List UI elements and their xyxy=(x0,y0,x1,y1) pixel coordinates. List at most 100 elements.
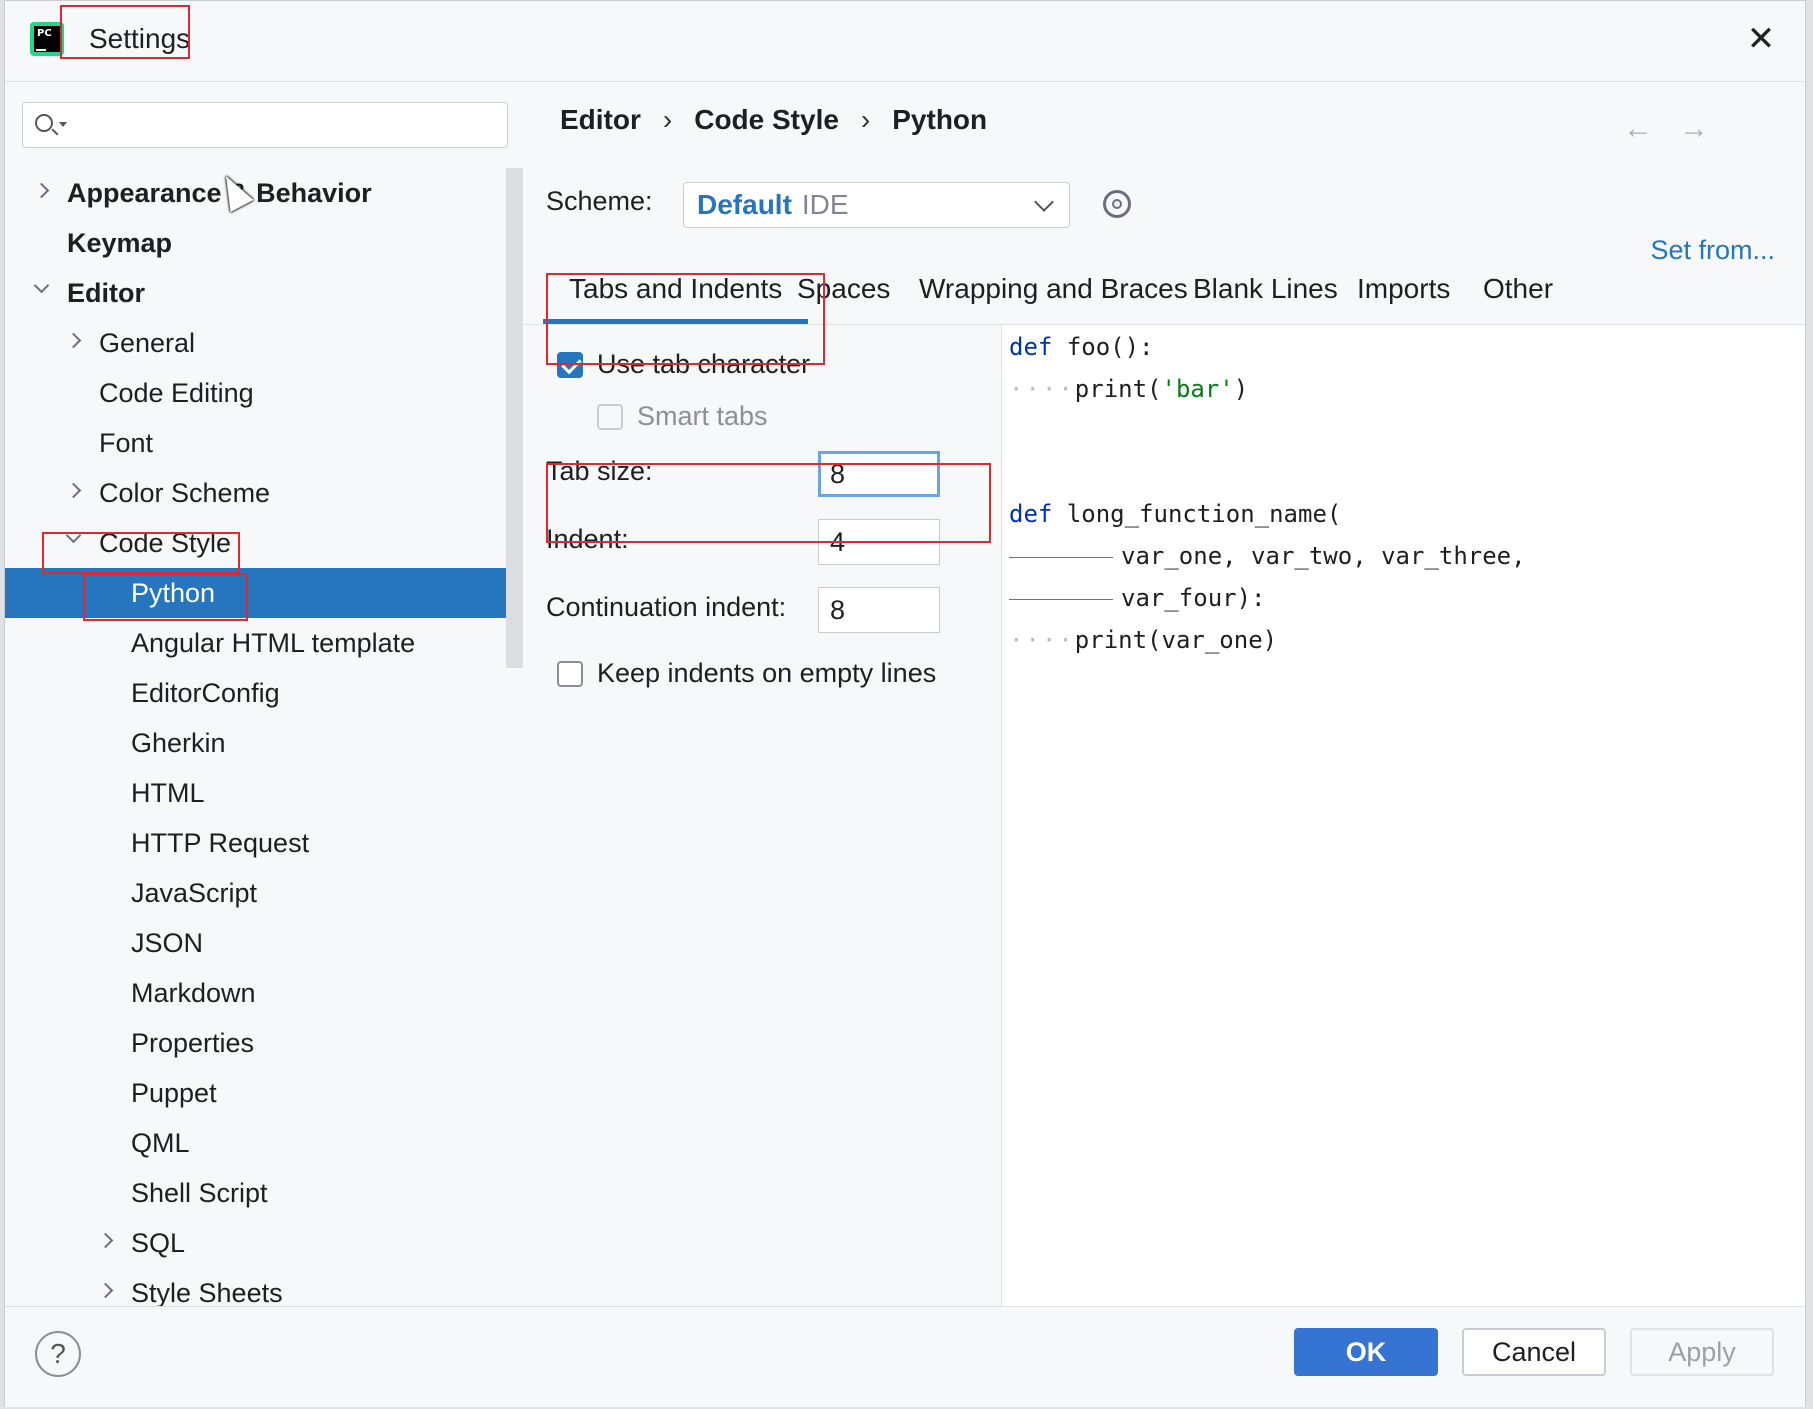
cancel-button[interactable]: Cancel xyxy=(1462,1328,1606,1376)
sidebar-item-javascript[interactable]: JavaScript xyxy=(5,868,523,918)
sidebar-item-html[interactable]: HTML xyxy=(5,768,523,818)
sidebar-item-general[interactable]: General xyxy=(5,318,523,368)
sidebar-item-color-scheme[interactable]: Color Scheme xyxy=(5,468,523,518)
sidebar-item-label: General xyxy=(99,328,196,358)
sidebar-item-label: EditorConfig xyxy=(131,678,280,708)
scheme-tag: IDE xyxy=(801,189,849,220)
breadcrumb: Editor › Code Style › Python xyxy=(560,104,987,136)
sidebar-item-label: Properties xyxy=(131,1028,255,1058)
tab-imports[interactable]: Imports xyxy=(1357,262,1450,324)
sidebar-item-properties[interactable]: Properties xyxy=(5,1018,523,1068)
chevron-right-icon[interactable] xyxy=(97,1282,114,1299)
tab-arrow-icon xyxy=(1009,598,1113,600)
continuation-indent-input[interactable]: 8 xyxy=(818,587,940,633)
sidebar-item-label: Code Style xyxy=(99,528,232,558)
sidebar-item-label: Puppet xyxy=(131,1078,217,1108)
tab-other[interactable]: Other xyxy=(1483,262,1553,324)
close-button[interactable]: ✕ xyxy=(1743,21,1779,57)
settings-dialog: PC Settings ✕ Appearance & Behavior Keyma… xyxy=(4,0,1806,1407)
chevron-down-icon[interactable] xyxy=(65,527,82,544)
sidebar-item-label: Angular HTML template xyxy=(131,628,416,658)
tab-bar: Tabs and Indents Spaces Wrapping and Bra… xyxy=(524,262,1805,325)
chevron-down-icon[interactable] xyxy=(33,277,50,294)
back-arrow-icon[interactable]: ← xyxy=(1623,112,1679,145)
sidebar-item-shell-script[interactable]: Shell Script xyxy=(5,1168,523,1218)
sidebar-item-label: Editor xyxy=(67,278,145,308)
smart-tabs-label: Smart tabs xyxy=(637,401,768,431)
indent-label: Indent: xyxy=(546,524,629,554)
options-panel: Use tab character Smart tabs Tab size: 8… xyxy=(524,325,1002,1306)
sidebar-item-label: HTML xyxy=(131,778,205,808)
continuation-indent-label: Continuation indent: xyxy=(546,592,787,622)
window-title: Settings xyxy=(89,23,191,54)
sidebar-item-label: Color Scheme xyxy=(99,478,271,508)
scheme-dropdown[interactable]: Default IDE xyxy=(683,182,1070,228)
sidebar-item-markdown[interactable]: Markdown xyxy=(5,968,523,1018)
gear-icon[interactable] xyxy=(1103,190,1131,218)
search-options-caret-icon[interactable] xyxy=(59,122,67,127)
sidebar-item-gherkin[interactable]: Gherkin xyxy=(5,718,523,768)
code-line: def long_function_name( xyxy=(1009,500,1342,528)
sidebar-item-http-request[interactable]: HTTP Request xyxy=(5,818,523,868)
sidebar-item-label: Font xyxy=(99,428,154,458)
search-icon xyxy=(35,114,53,132)
indent-input[interactable]: 4 xyxy=(818,519,940,565)
pycharm-logo-icon: PC xyxy=(30,22,64,56)
forward-arrow-icon[interactable]: → xyxy=(1679,112,1735,145)
tab-wrapping-and-braces[interactable]: Wrapping and Braces xyxy=(919,262,1188,324)
sidebar-item-label: Markdown xyxy=(131,978,256,1008)
keep-indents-checkbox[interactable] xyxy=(557,661,583,687)
code-line: var_four): xyxy=(1009,584,1266,612)
search-field[interactable] xyxy=(22,102,508,148)
tab-size-label: Tab size: xyxy=(546,456,653,486)
tab-spaces[interactable]: Spaces xyxy=(797,262,890,324)
chevron-right-icon[interactable] xyxy=(65,332,82,349)
main-panel: Editor › Code Style › Python ←→ Scheme: Defa… xyxy=(524,82,1805,1306)
tab-arrow-icon xyxy=(1009,556,1113,558)
sidebar-item-code-style[interactable]: Code Style xyxy=(5,518,523,568)
use-tab-character-checkbox[interactable] xyxy=(557,352,583,378)
sidebar-item-label: Code Editing xyxy=(99,378,254,408)
sidebar-item-code-editing[interactable]: Code Editing xyxy=(5,368,523,418)
breadcrumb-editor[interactable]: Editor xyxy=(560,104,641,136)
sidebar-item-editor[interactable]: Editor xyxy=(5,268,523,318)
tab-blank-lines[interactable]: Blank Lines xyxy=(1193,262,1338,324)
code-line: ····print('bar') xyxy=(1009,375,1249,403)
sidebar-item-sql[interactable]: SQL xyxy=(5,1218,523,1268)
tab-size-input[interactable]: 8 xyxy=(818,451,940,497)
dialog-footer: ? OK Cancel Apply xyxy=(5,1306,1805,1407)
sidebar-item-label: SQL xyxy=(131,1228,186,1258)
title-bar: PC Settings ✕ xyxy=(5,1,1805,82)
sidebar-item-label: JSON xyxy=(131,928,204,958)
sidebar-item-keymap[interactable]: Keymap xyxy=(5,218,523,268)
sidebar-scrollbar[interactable] xyxy=(506,168,523,668)
sidebar-item-angular-html-template[interactable]: Angular HTML template xyxy=(5,618,523,668)
smart-tabs-checkbox[interactable] xyxy=(597,404,623,430)
help-icon[interactable]: ? xyxy=(35,1331,81,1377)
sidebar-item-font[interactable]: Font xyxy=(5,418,523,468)
code-line: def foo(): xyxy=(1009,333,1154,361)
ok-button[interactable]: OK xyxy=(1294,1328,1438,1376)
breadcrumb-separator: › xyxy=(662,104,673,135)
sidebar-item-editorconfig[interactable]: EditorConfig xyxy=(5,668,523,718)
apply-button[interactable]: Apply xyxy=(1630,1328,1774,1376)
scheme-name: Default xyxy=(697,189,792,220)
sidebar-item-appearance-behavior[interactable]: Appearance & Behavior xyxy=(5,168,523,218)
breadcrumb-separator: › xyxy=(860,104,871,135)
keep-indents-label: Keep indents on empty lines xyxy=(597,658,937,688)
sidebar-item-label: Appearance & Behavior xyxy=(67,178,372,208)
tab-tabs-and-indents[interactable]: Tabs and Indents xyxy=(542,262,809,324)
scheme-label: Scheme: xyxy=(546,186,653,216)
sidebar-item-json[interactable]: JSON xyxy=(5,918,523,968)
sidebar-item-qml[interactable]: QML xyxy=(5,1118,523,1168)
chevron-right-icon[interactable] xyxy=(65,482,82,499)
sidebar-item-puppet[interactable]: Puppet xyxy=(5,1068,523,1118)
chevron-right-icon[interactable] xyxy=(33,182,50,199)
sidebar-item-python[interactable]: Python xyxy=(5,568,523,618)
settings-sidebar: Appearance & Behavior Keymap Editor General… xyxy=(5,82,523,1308)
sidebar-item-label: QML xyxy=(131,1128,190,1158)
breadcrumb-code-style[interactable]: Code Style xyxy=(694,104,839,136)
chevron-right-icon[interactable] xyxy=(97,1232,114,1249)
chevron-down-icon xyxy=(1034,192,1054,212)
code-preview: def foo(): ····print('bar') def long_fun… xyxy=(1002,325,1805,1306)
